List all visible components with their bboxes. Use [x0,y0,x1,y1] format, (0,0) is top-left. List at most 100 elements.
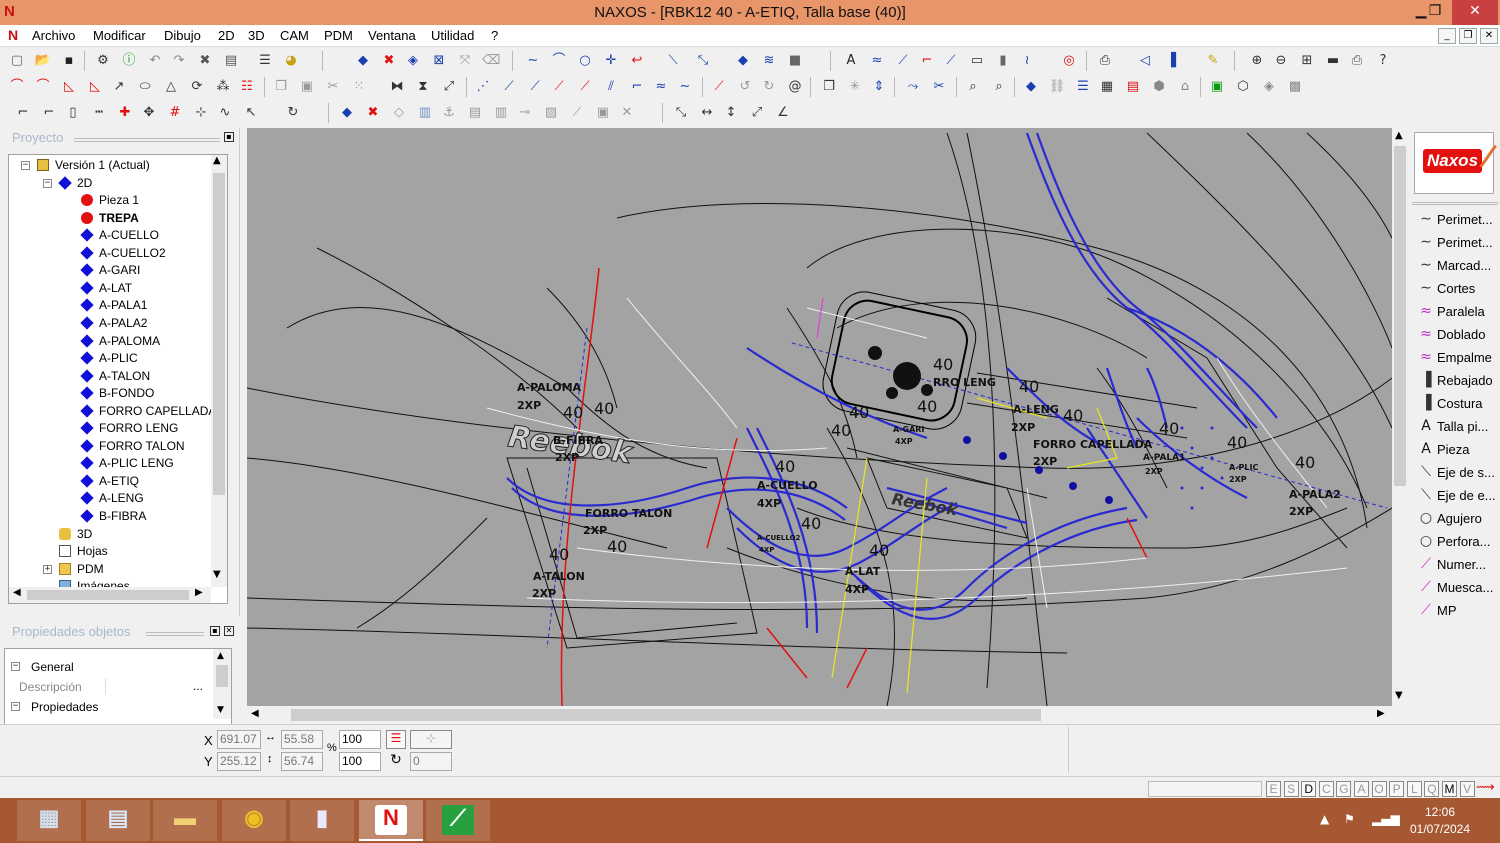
radius-icon[interactable]: ⤢ [748,104,766,122]
columns-icon[interactable]: ▥ [492,104,510,122]
taskbar-calculator[interactable]: ▦ [17,800,81,841]
props-row-general[interactable]: − General [5,657,213,677]
menu-cam[interactable]: CAM [280,28,309,43]
help-icon[interactable]: ? [1374,52,1392,70]
tool-paralela[interactable]: ≈ Paralela [1412,301,1498,323]
taskbar-explorer[interactable]: ▤ [86,800,150,841]
wave-icon[interactable]: ≈ [868,52,886,70]
ruler-icon[interactable]: ▬ [1324,52,1342,70]
tool-muesca-[interactable]: ⟋ Muesca... [1412,577,1498,599]
tree-expander-icon[interactable]: − [43,178,52,188]
undo-icon[interactable]: ↶ [146,52,164,70]
knife-icon[interactable]: ⟋ [710,78,728,96]
props-scrollbar[interactable]: ▲ ▼ [213,649,231,719]
canvas-hscroll-thumb[interactable] [291,709,1041,721]
taskbar-naxos[interactable]: N [359,800,423,841]
refresh-icon[interactable]: ↻ [284,104,302,122]
tool-perimet-[interactable]: ∼ Perimet... [1412,209,1498,231]
circle-icon[interactable]: ○ [576,52,594,70]
taskbar-chrome[interactable]: ◉ [222,800,286,841]
offset-icon[interactable]: ⟋ [942,52,960,70]
panel-pin-icon[interactable]: ▪ [224,132,234,142]
menu-2d[interactable]: 2D [218,28,235,43]
menu-ventana[interactable]: Ventana [368,28,416,43]
double-diamond-icon[interactable]: ◆ [338,104,356,122]
menu-archivo[interactable]: Archivo [32,28,75,43]
tree-vertical-scrollbar[interactable]: ▲ ▼ [211,155,227,587]
restore-button[interactable]: ❐ [1418,0,1452,25]
cut-icon[interactable]: ✂ [324,78,342,96]
anchor-icon[interactable]: ⚓ [440,104,458,122]
dimension-icon[interactable]: ⤡ [672,104,690,122]
redraw-icon[interactable]: ⟿ [1476,780,1495,795]
document-logo-icon[interactable]: N [8,27,18,43]
snap-key-s[interactable]: S [1283,781,1299,797]
align-icon[interactable]: ☰ [1074,78,1092,96]
remove-node-icon[interactable]: ✖ [364,104,382,122]
bezier-icon[interactable]: ∿ [216,104,234,122]
scroll-up-icon[interactable]: ▲ [213,155,221,166]
delete-point-icon[interactable]: ✖ [380,52,398,70]
tool-marcad-[interactable]: ∼ Marcad... [1412,255,1498,277]
film-icon[interactable]: ▤ [1124,78,1142,96]
properties-icon[interactable]: ▤ [222,52,240,70]
hex-icon[interactable]: ⬢ [1150,78,1168,96]
corner2-icon[interactable]: ◺ [86,78,104,96]
parallel-icon[interactable]: ⫽ [602,78,620,96]
line-icon[interactable]: ⟍ [664,52,682,70]
snap-key-l[interactable]: L [1406,781,1422,797]
scroll-right-icon[interactable]: ▶ [195,587,203,598]
mirror-icon[interactable]: ◁ [1136,52,1154,70]
props-pin-icon[interactable]: ▪ [210,626,220,636]
table-icon[interactable]: ▤ [466,104,484,122]
canvas-scroll-down-icon[interactable]: ▼ [1395,690,1403,701]
drawing-canvas[interactable]: A-PALOMA 2XP 40 40 Reebok B-FIBRA 2XP FORRO TAL… [247,128,1392,706]
close-button[interactable]: ✕ [1452,0,1498,25]
corner-tool2-icon[interactable]: ⌐ [40,104,58,122]
target-icon[interactable]: ◎ [1060,52,1078,70]
taskbar-clock[interactable]: 12:06 01/07/2024 [1395,804,1485,838]
corner-icon[interactable]: ◺ [60,78,78,96]
tray-expand-icon[interactable]: ▲ [1320,812,1329,826]
clipboard-icon[interactable]: ▦ [1098,78,1116,96]
snap-key-p[interactable]: P [1389,781,1405,797]
diamond-icon[interactable]: ◆ [1022,78,1040,96]
snap-key-g[interactable]: G [1336,781,1352,797]
house-icon[interactable]: ⌂ [1176,78,1194,96]
new-file-icon[interactable]: ▢ [8,52,26,70]
tool-eje-de-e-[interactable]: ⟍ Eje de e... [1412,485,1498,507]
tool-costura[interactable]: ▐ Costura [1412,393,1498,415]
tree-expander-icon[interactable]: + [43,564,52,574]
scroll-left-icon[interactable]: ◀ [13,587,21,598]
canvas-vscroll-thumb[interactable] [1394,146,1406,486]
fillet-icon[interactable]: ↩ [628,52,646,70]
tree-expander-icon[interactable]: − [21,161,30,170]
menu-modificar[interactable]: Modificar [93,28,146,43]
rotate-right-icon[interactable]: ↻ [760,78,778,96]
box-icon[interactable]: ▣ [594,104,612,122]
angle-field[interactable]: 0 [410,752,452,771]
zigzag-icon[interactable]: ≀ [1018,52,1036,70]
tool-rebajado[interactable]: ▐ Rebajado [1412,370,1498,392]
duplicate-icon[interactable]: ❐ [820,78,838,96]
snap-key-e[interactable]: E [1266,781,1281,797]
menu-help[interactable]: ? [491,28,498,43]
cut-line-icon[interactable]: ⟋ [550,78,568,96]
arc-icon[interactable]: ⌒ [550,52,568,70]
snap-key-v[interactable]: V [1459,781,1475,797]
stack-icon[interactable]: ▩ [1286,78,1304,96]
dashed-icon[interactable]: ┅ [90,104,108,122]
tool-agujero[interactable]: ○ Agujero [1412,508,1498,530]
arc-red2-icon[interactable]: ⌒ [34,78,52,96]
curve-icon[interactable]: ∼ [524,52,542,70]
menu-3d[interactable]: 3D [248,28,265,43]
cross-red-icon[interactable]: ✚ [116,104,134,122]
pencil-icon[interactable]: ✎ [1204,52,1222,70]
move-icon[interactable]: ✥ [140,104,158,122]
distribute-icon[interactable]: ⊹ [410,730,452,749]
cube-icon[interactable]: ⬡ [1234,78,1252,96]
tool-mp[interactable]: ⟋ MP [1412,600,1498,622]
collapse-propiedades-icon[interactable]: − [11,702,20,711]
wave2-icon[interactable]: ≈ [652,78,670,96]
measure-icon[interactable]: ⟋ [894,52,912,70]
